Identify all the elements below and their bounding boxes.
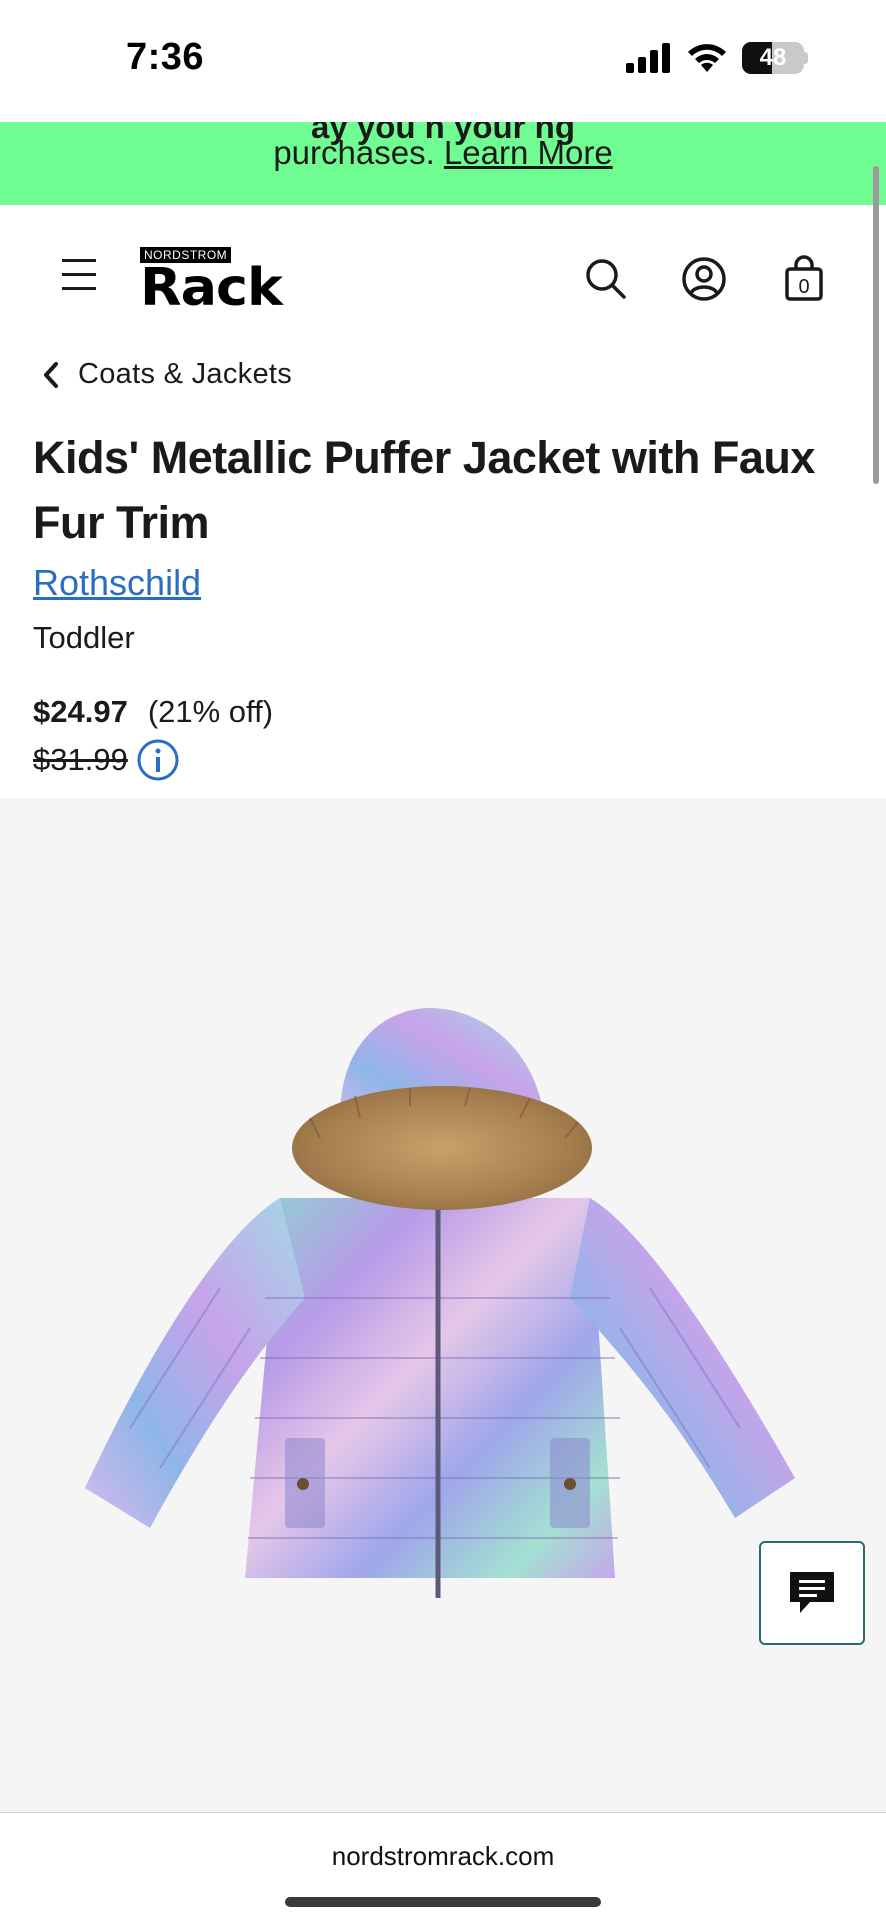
cellular-signal-icon (626, 43, 670, 73)
chat-button[interactable] (759, 1541, 865, 1645)
breadcrumb-label: Coats & Jackets (78, 358, 293, 390)
original-price-row: $31.99 (33, 738, 180, 782)
brand-link[interactable]: Rothschild (33, 562, 201, 604)
product-image (85, 1008, 795, 1598)
nordstrom-rack-logo[interactable]: NORDSTROM Rack (140, 247, 316, 313)
battery-percent: 48 (759, 44, 787, 71)
product-image-container[interactable] (0, 798, 886, 1812)
breadcrumb[interactable]: Coats & Jackets (42, 358, 292, 391)
promo-text-line2: purchases. Learn More (0, 134, 886, 172)
battery-cap (804, 52, 808, 64)
learn-more-link[interactable]: Learn More (444, 134, 613, 171)
promo-banner: ay you n your ng purchases. Learn More (0, 122, 886, 205)
wifi-icon (688, 44, 726, 72)
battery-indicator: 48 (742, 42, 804, 74)
info-icon[interactable] (136, 738, 180, 782)
shopping-bag-button[interactable]: 0 (780, 255, 828, 303)
site-header: NORDSTROM Rack 0 (0, 205, 886, 355)
logo-big-text: Rack (140, 257, 283, 318)
current-price: $24.97 (33, 694, 128, 729)
chevron-left-icon (44, 361, 58, 388)
chat-icon (790, 1572, 834, 1613)
price-row: $24.97 (21% off) (33, 694, 273, 730)
url-text[interactable]: nordstromrack.com (0, 1841, 886, 1872)
shopping-bag-icon: 0 (785, 255, 823, 301)
status-time: 7:36 (126, 36, 205, 78)
browser-url-bar: nordstromrack.com (0, 1812, 886, 1920)
promo-text: purchases. (273, 134, 435, 171)
bag-count: 0 (798, 276, 809, 298)
home-indicator[interactable] (285, 1897, 601, 1907)
product-title: Kids' Metallic Puffer Jacket with Faux F… (33, 432, 815, 548)
scrollbar[interactable] (873, 166, 879, 484)
size-group: Toddler (33, 620, 135, 655)
account-icon[interactable] (680, 255, 728, 303)
search-icon[interactable] (582, 255, 630, 303)
original-price: $31.99 (33, 742, 128, 777)
status-icons: 48 (626, 42, 808, 74)
discount-percent: (21% off) (147, 694, 274, 729)
status-bar: 7:36 48 (0, 0, 886, 122)
hamburger-menu-icon[interactable] (60, 255, 104, 295)
